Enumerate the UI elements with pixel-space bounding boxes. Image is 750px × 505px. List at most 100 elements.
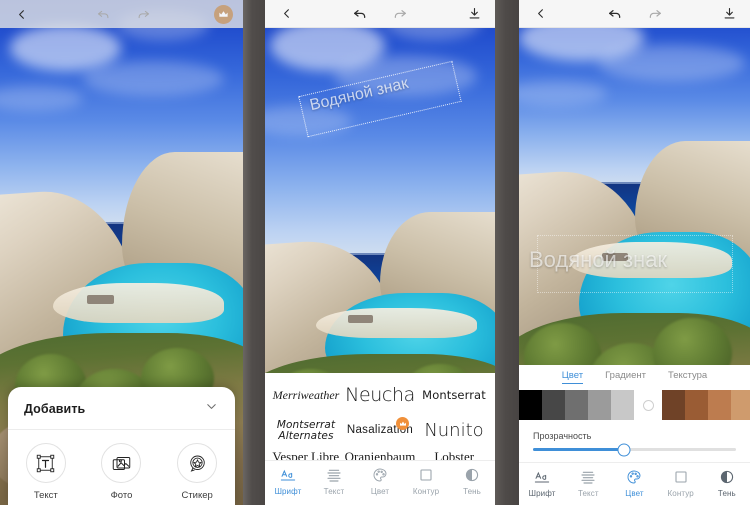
tool-font[interactable]: Шрифт [267, 466, 309, 496]
tab-gradient[interactable]: Градиент [605, 370, 646, 384]
font-option-nunito[interactable]: Nunito [417, 421, 491, 440]
tool-text-label: Текст [577, 489, 599, 498]
tool-text[interactable]: Текст [567, 468, 609, 498]
opacity-control: Прозрачность [519, 420, 750, 456]
tool-color-label: Цвет [625, 489, 644, 498]
undo-button[interactable] [349, 4, 371, 24]
tool-outline-label: Контур [667, 489, 694, 498]
panel1-topbar [0, 0, 243, 28]
swatch-darkgray[interactable] [542, 390, 565, 420]
beach [315, 308, 477, 339]
tool-outline[interactable]: Контур [660, 468, 702, 498]
undo-button[interactable] [92, 4, 114, 24]
tool-font-label: Шрифт [274, 487, 302, 496]
sheet-header: Добавить [8, 399, 235, 430]
font-name-line2: Alternates [278, 430, 334, 442]
panel-add-menu: Добавить Текст Фото Стикер [0, 0, 243, 505]
redo-button[interactable] [389, 4, 411, 24]
font-row: Montserrat Alternates Nasalization Nunit… [269, 412, 491, 450]
redo-button[interactable] [644, 4, 666, 24]
swatch-darkbrown[interactable] [662, 390, 685, 420]
panel-gutter [495, 0, 519, 505]
tool-text[interactable]: Текст [313, 466, 355, 496]
tool-outline-label: Контур [412, 487, 440, 496]
download-button[interactable] [463, 4, 485, 24]
photo-stack-icon [101, 443, 142, 483]
font-option-nasalization[interactable]: Nasalization [343, 417, 417, 437]
tool-text-label: Текст [323, 487, 345, 496]
tab-texture[interactable]: Текстура [668, 370, 707, 384]
font-option-partial[interactable]: Oranienbaum [343, 450, 418, 460]
cloud [82, 60, 224, 96]
color-mode-tabs: Цвет Градиент Текстура [519, 365, 750, 388]
gray-swatch-group [519, 390, 634, 420]
watermark-object-rotated[interactable]: Водяной знак [293, 60, 468, 138]
crown-badge-icon[interactable] [214, 4, 233, 24]
swatch-row [519, 390, 750, 420]
download-button[interactable] [718, 4, 740, 24]
font-option-partial[interactable]: Vesper Libre [269, 450, 343, 460]
swatch-brown[interactable] [685, 390, 708, 420]
swatch-gray[interactable] [565, 390, 588, 420]
sticker-badge-icon [177, 443, 218, 483]
color-palette-icon [372, 466, 388, 483]
undo-button[interactable] [604, 4, 626, 24]
chevron-down-icon[interactable] [204, 399, 219, 419]
font-grid: Merriweather Neucha Montserrat Montserra… [265, 373, 495, 460]
tool-outline[interactable]: Контур [405, 466, 447, 496]
shadow-halfcircle-icon [719, 468, 735, 485]
tool-color[interactable]: Цвет [613, 468, 655, 498]
color-ring-icon [642, 399, 654, 411]
slider-knob[interactable] [617, 443, 631, 456]
font-option-merriweather[interactable]: Merriweather [269, 389, 343, 401]
current-color-indicator[interactable] [634, 399, 662, 411]
tool-color[interactable]: Цвет [359, 466, 401, 496]
font-aa-icon [534, 468, 550, 485]
opacity-label: Прозрачность [533, 431, 592, 441]
swatch-lightbrown[interactable] [708, 390, 731, 420]
add-sticker-button[interactable]: Стикер [168, 443, 226, 501]
swatch-midgray[interactable] [588, 390, 611, 420]
back-button[interactable] [275, 4, 297, 24]
font-option-montserrat[interactable]: Montserrat [417, 389, 491, 402]
cloud [9, 25, 122, 71]
slider-fill [533, 448, 625, 451]
tool-shadow[interactable]: Тень [451, 466, 493, 496]
tool-shadow-label: Тень [463, 487, 481, 496]
tab-color[interactable]: Цвет [561, 370, 584, 384]
add-bottom-sheet: Добавить Текст Фото Стикер [8, 387, 235, 505]
font-option-neucha[interactable]: Neucha [343, 385, 417, 405]
font-picker-sheet: Merriweather Neucha Montserrat Montserra… [265, 373, 495, 505]
tool-font[interactable]: Шрифт [521, 468, 563, 498]
tool-shadow-label: Тень [717, 489, 736, 498]
swatch-black[interactable] [519, 390, 542, 420]
panel-color-picker: Водяной знак Цвет Градиент Текстура Проз… [519, 0, 750, 505]
align-lines-icon [326, 466, 342, 483]
font-row: Merriweather Neucha Montserrat [269, 379, 491, 412]
back-button[interactable] [10, 4, 32, 24]
watermark-text[interactable]: Водяной знак [529, 247, 667, 273]
font-option-partial[interactable]: Lobster [417, 450, 491, 460]
watermark-object[interactable]: Водяной знак [519, 225, 750, 305]
add-photo-button[interactable]: Фото [92, 443, 150, 501]
color-palette-icon [626, 468, 642, 485]
tool-font-label: Шрифт [528, 489, 556, 498]
swatch-tan[interactable] [731, 390, 750, 420]
panel-gutter [243, 0, 265, 505]
color-picker-sheet: Цвет Градиент Текстура Прозрачность Шриф… [519, 365, 750, 505]
shipwreck [87, 295, 115, 304]
add-sticker-label: Стикер [181, 490, 213, 501]
redo-button[interactable] [132, 4, 154, 24]
tool-shadow[interactable]: Тень [706, 468, 748, 498]
editor-toolbar: Шрифт Текст Цвет Контур Тень [265, 460, 495, 505]
brown-swatch-group [662, 390, 750, 420]
back-button[interactable] [529, 4, 551, 24]
add-text-button[interactable]: Текст [17, 443, 75, 501]
font-option-montserrat-alternates[interactable]: Montserrat Alternates [269, 420, 343, 441]
swatch-lightgray[interactable] [611, 390, 634, 420]
sheet-title: Добавить [24, 402, 86, 416]
font-aa-icon [280, 466, 296, 483]
opacity-slider[interactable] [533, 443, 736, 456]
three-panel-screenshot: Добавить Текст Фото Стикер Водяной знак … [0, 0, 750, 505]
panel2-topbar [265, 0, 495, 28]
